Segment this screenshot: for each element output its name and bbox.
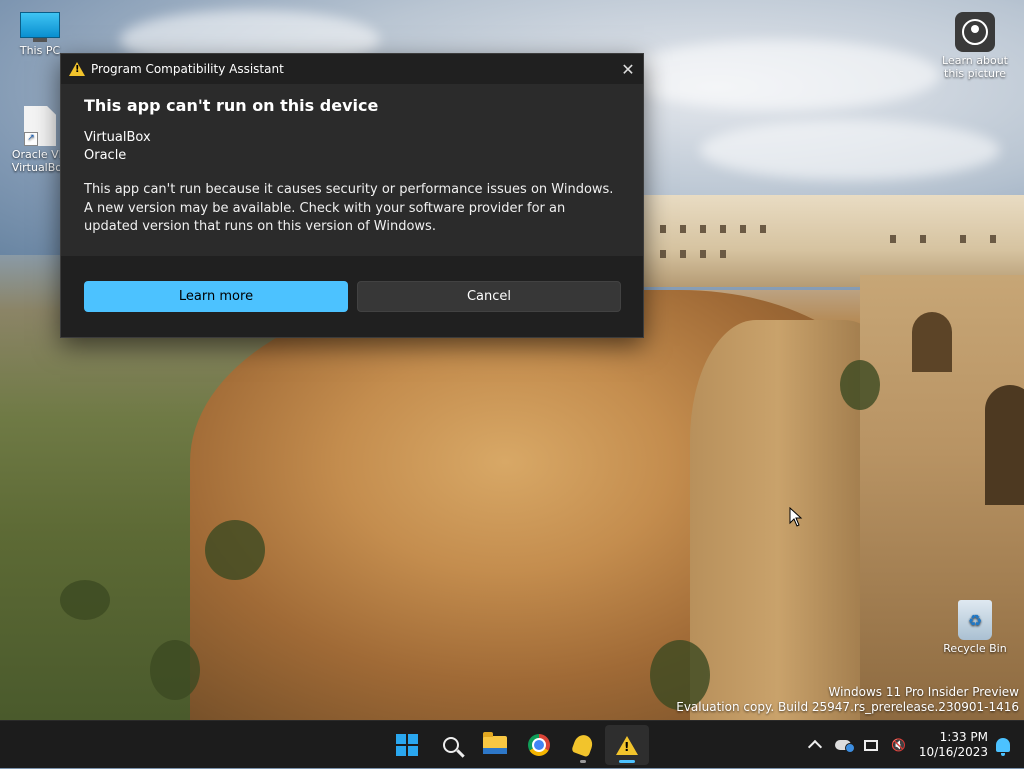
tips-button[interactable] xyxy=(561,725,605,765)
learn-more-button[interactable]: Learn more xyxy=(84,281,348,312)
cancel-button[interactable]: Cancel xyxy=(357,281,621,312)
volume-button[interactable]: 🔇 xyxy=(885,729,913,761)
close-button[interactable]: ✕ xyxy=(613,54,643,84)
clock-date: 10/16/2023 xyxy=(918,745,988,759)
windows-logo-icon xyxy=(396,734,418,756)
warning-icon: ! xyxy=(69,62,85,76)
network-icon xyxy=(863,739,878,751)
watermark-edition: Windows 11 Pro Insider Preview xyxy=(828,685,1019,699)
taskbar-apps: ! xyxy=(385,721,649,769)
clock-time: 1:33 PM xyxy=(939,730,988,744)
chrome-button[interactable] xyxy=(517,725,561,765)
notification-bell-icon[interactable] xyxy=(996,738,1010,756)
compatibility-dialog: ! Program Compatibility Assistant ✕ This… xyxy=(60,53,644,338)
chevron-up-icon xyxy=(807,739,822,755)
lightbulb-icon xyxy=(571,732,595,758)
clock-button[interactable]: 1:33 PM 10/16/2023 xyxy=(913,730,996,760)
compatibility-assistant-button[interactable]: ! xyxy=(605,725,649,765)
taskbar: ! 🔇 1:33 PM 10/16/2023 xyxy=(0,720,1024,768)
active-indicator xyxy=(619,760,635,763)
desktop-icon-label: Recycle Bin xyxy=(943,642,1007,655)
build-watermark: Windows 11 Pro Insider Preview Evaluatio… xyxy=(676,685,1019,715)
folder-icon xyxy=(483,732,507,754)
recycle-bin-icon: ♻ xyxy=(958,600,992,640)
dialog-footer: Learn more Cancel xyxy=(61,256,643,337)
dialog-heading: This app can't run on this device xyxy=(84,96,379,115)
dialog-description: This app can't run because it causes sec… xyxy=(84,182,614,234)
desktop-icon-this-pc[interactable]: This PC xyxy=(8,12,72,57)
computer-icon xyxy=(20,12,60,42)
file-shortcut-icon: ↗ xyxy=(24,106,56,146)
cloud-icon xyxy=(834,740,855,753)
onedrive-button[interactable] xyxy=(829,729,857,761)
search-icon xyxy=(443,737,459,753)
warning-icon: ! xyxy=(616,735,638,755)
app-name: VirtualBox xyxy=(84,130,151,145)
search-button[interactable] xyxy=(429,725,473,765)
network-button[interactable] xyxy=(857,729,885,761)
volume-muted-icon: 🔇 xyxy=(891,738,907,752)
desktop-icon-recycle-bin[interactable]: ♻ Recycle Bin xyxy=(941,600,1009,655)
dialog-titlebar[interactable]: ! Program Compatibility Assistant ✕ xyxy=(61,54,643,84)
desktop-icon-learn-picture[interactable]: Learn about this picture xyxy=(938,12,1012,80)
desktop-icon-label: Learn about this picture xyxy=(942,54,1008,80)
watermark-build: Evaluation copy. Build 25947.rs_prerelea… xyxy=(676,700,1019,714)
start-button[interactable] xyxy=(385,725,429,765)
file-explorer-button[interactable] xyxy=(473,725,517,765)
camera-icon xyxy=(955,12,995,52)
show-hidden-icons-button[interactable] xyxy=(801,729,829,761)
system-tray: 🔇 1:33 PM 10/16/2023 xyxy=(801,721,1024,769)
dialog-window-title: Program Compatibility Assistant xyxy=(91,62,284,76)
chrome-icon xyxy=(528,734,550,756)
close-icon: ✕ xyxy=(621,59,635,79)
app-publisher: Oracle xyxy=(84,148,127,163)
